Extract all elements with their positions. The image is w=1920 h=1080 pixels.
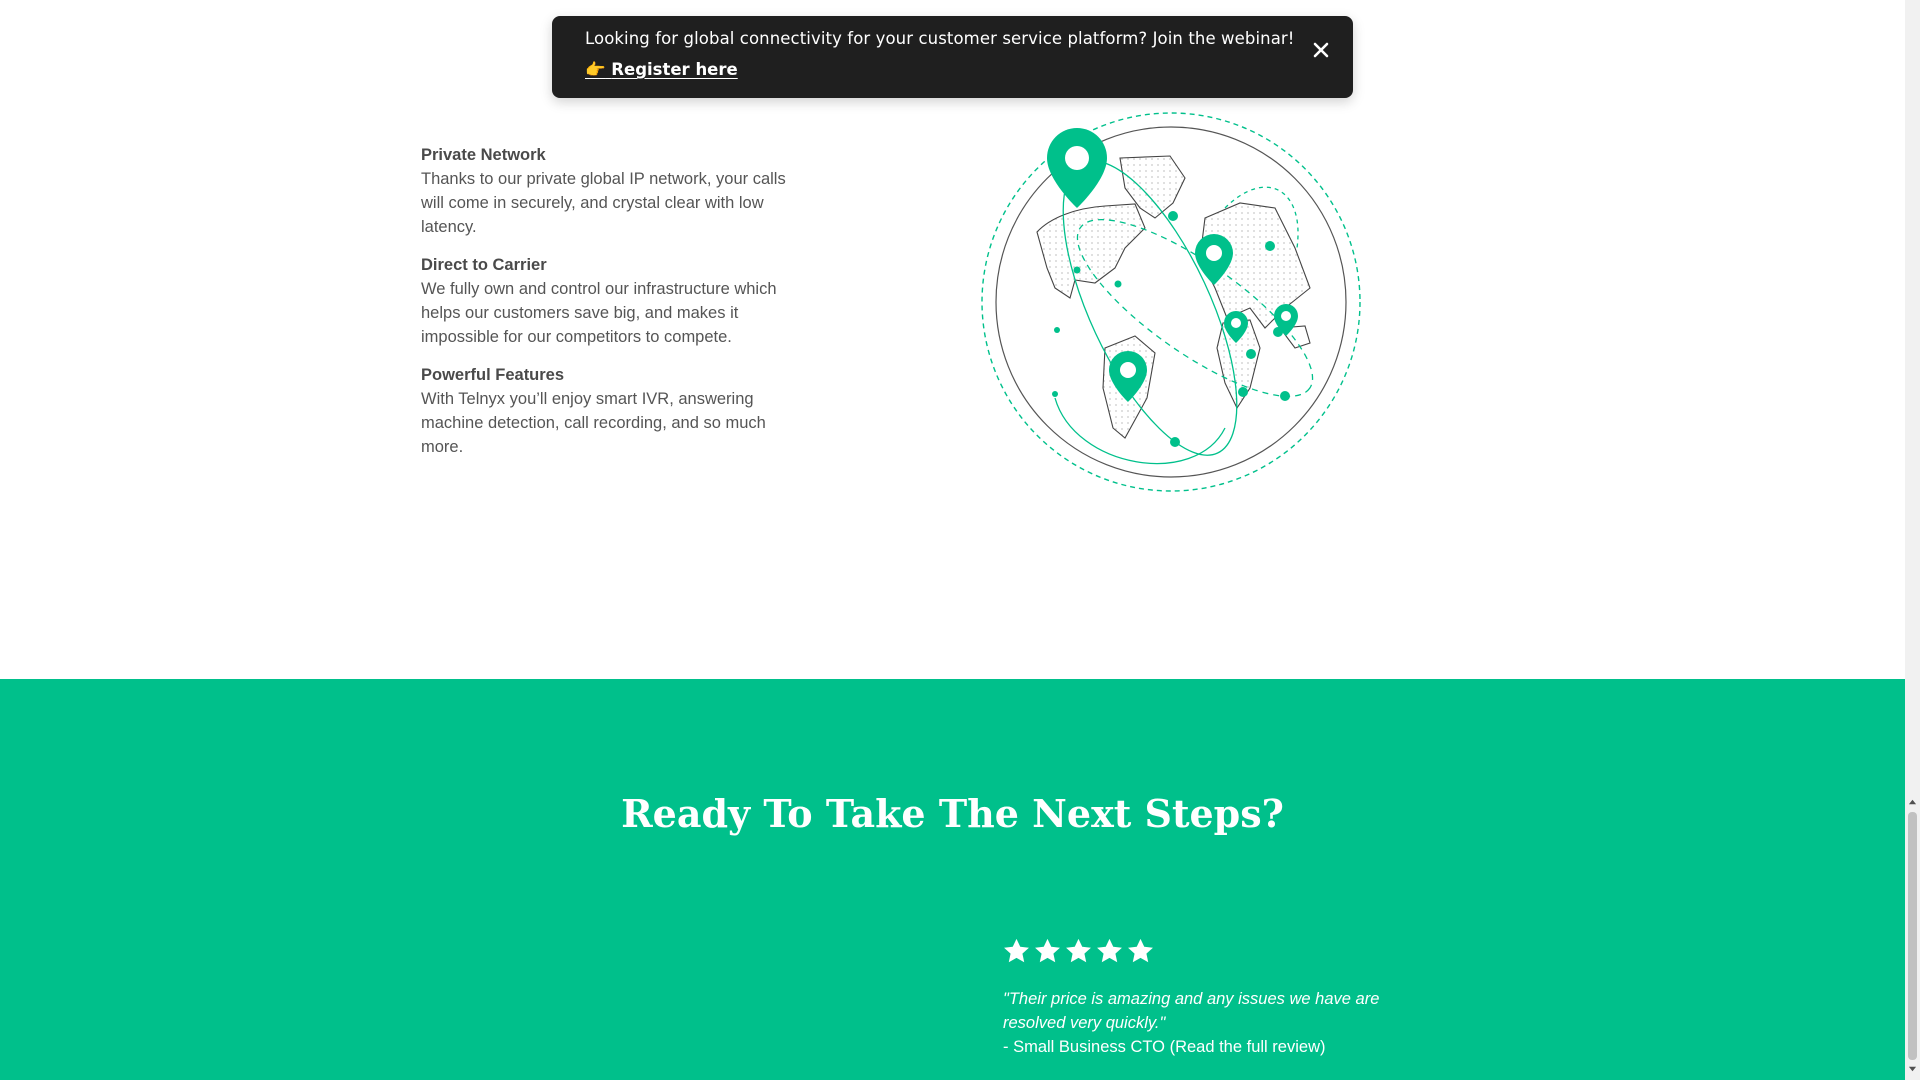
feature-title: Private Network (421, 146, 546, 164)
feature-description: Thanks to our private global IP network,… (421, 170, 786, 236)
close-icon[interactable] (1311, 40, 1331, 60)
feature-description: We fully own and control our infrastruct… (421, 280, 777, 346)
register-here-link[interactable]: 👉 Register here (585, 60, 738, 80)
feature-private-network: Private Network Thanks to our private gl… (421, 143, 791, 239)
star-icon (1066, 938, 1091, 963)
rating-stars (1002, 937, 1155, 966)
cta-section: Ready To Take The Next Steps? "Their pri… (0, 679, 1905, 1080)
feature-title: Powerful Features (421, 366, 565, 384)
scroll-down-arrow-icon[interactable] (1908, 1064, 1917, 1073)
vertical-scrollbar[interactable] (1905, 0, 1920, 1080)
star-icon (1035, 938, 1060, 963)
review-author: - Small Business CTO (1003, 1038, 1170, 1056)
webinar-notification-banner: Looking for global connectivity for your… (552, 16, 1353, 98)
pointing-hand-icon: 👉 (585, 60, 606, 79)
page: Private Network Thanks to our private gl… (0, 0, 1905, 1080)
scrollbar-thumb[interactable] (1908, 812, 1917, 1060)
star-icon (1097, 938, 1122, 963)
feature-title: Direct to Carrier (421, 256, 547, 274)
review-quote-block: "Their price is amazing and any issues w… (1003, 987, 1403, 1059)
cta-title: Ready To Take The Next Steps? (621, 791, 1284, 836)
read-full-review-link[interactable]: (Read the full review) (1170, 1038, 1326, 1056)
review-quote: "Their price is amazing and any issues w… (1003, 990, 1380, 1032)
feature-powerful-features: Powerful Features With Telnyx you’ll enj… (421, 363, 791, 459)
star-icon (1004, 938, 1029, 963)
star-icon (1128, 938, 1153, 963)
banner-message: Looking for global connectivity for your… (585, 29, 1295, 48)
globe-network-illustration (981, 112, 1361, 492)
features-list: Private Network Thanks to our private gl… (421, 143, 791, 473)
feature-direct-to-carrier: Direct to Carrier We fully own and contr… (421, 253, 791, 349)
feature-description: With Telnyx you’ll enjoy smart IVR, answ… (421, 390, 766, 456)
scroll-up-arrow-icon[interactable] (1908, 798, 1917, 807)
map-pin-icon (1047, 128, 1107, 208)
review-attribution: - Small Business CTO (Read the full revi… (1003, 1035, 1403, 1059)
register-link-text: Register here (611, 60, 738, 79)
